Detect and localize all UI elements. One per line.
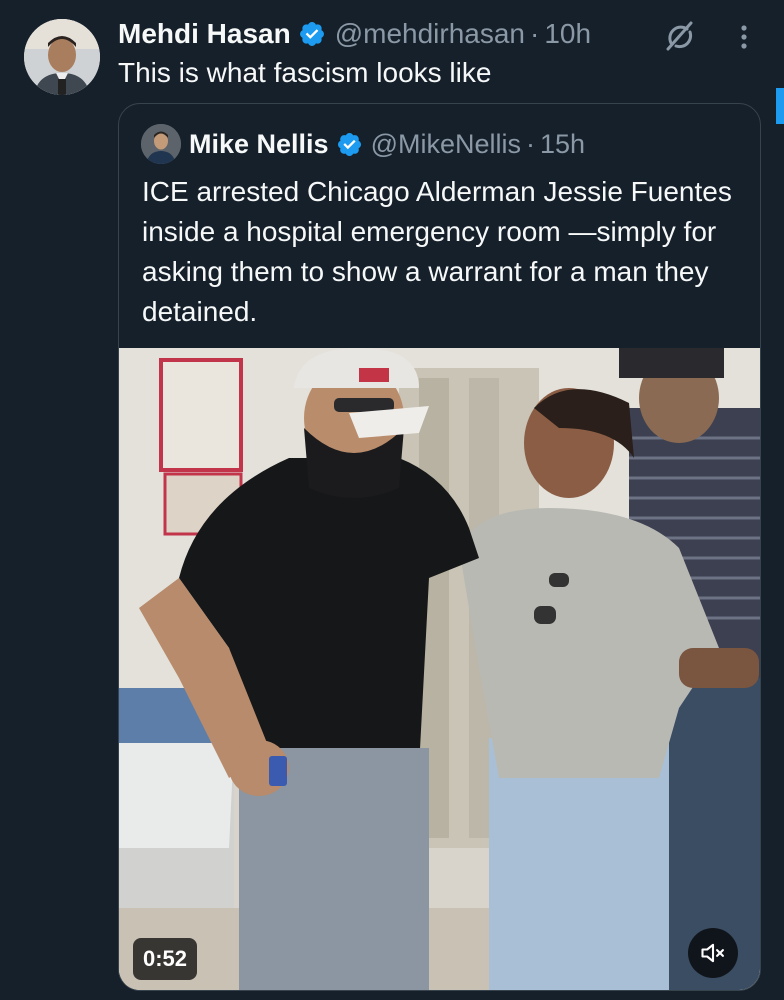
quoted-author-handle[interactable]: @MikeNellis <box>371 129 521 160</box>
video-player[interactable]: 0:52 <box>119 348 760 990</box>
scroll-indicator <box>776 88 784 124</box>
quoted-tweet-timestamp[interactable]: 15h <box>540 129 585 160</box>
author-avatar[interactable] <box>24 19 100 95</box>
verified-badge-icon <box>299 22 324 46</box>
video-frame <box>119 348 760 990</box>
author-name[interactable]: Mehdi Hasan <box>118 18 291 50</box>
tweet-header: Mehdi Hasan @mehdirhasan · 10h <box>118 14 591 54</box>
more-options-icon[interactable] <box>736 22 752 52</box>
tweet[interactable]: Mehdi Hasan @mehdirhasan · 10h This is w… <box>0 0 784 1000</box>
tweet-text: This is what fascism looks like <box>118 57 492 88</box>
verified-badge-icon <box>337 132 361 156</box>
user-avatar-photo <box>24 19 100 95</box>
muted-speaker-icon <box>701 943 724 963</box>
quoted-tweet-text: ICE arrested Chicago Alderman Jessie Fue… <box>142 176 732 327</box>
quoted-tweet-header: Mike Nellis @MikeNellis · 15h <box>189 124 585 164</box>
quoted-author-avatar[interactable] <box>141 124 181 164</box>
video-duration: 0:52 <box>133 938 198 980</box>
mute-button[interactable] <box>688 928 738 978</box>
quoted-tweet[interactable]: Mike Nellis @MikeNellis · 15h ICE arrest… <box>118 103 761 991</box>
quoted-user-avatar-photo <box>141 124 181 164</box>
separator-dot: · <box>526 128 535 159</box>
author-handle[interactable]: @mehdirhasan <box>335 18 525 50</box>
quoted-author-name[interactable]: Mike Nellis <box>189 129 329 160</box>
grok-icon[interactable] <box>662 19 696 53</box>
tweet-timestamp[interactable]: 10h <box>544 18 591 50</box>
separator-dot: · <box>530 18 540 49</box>
